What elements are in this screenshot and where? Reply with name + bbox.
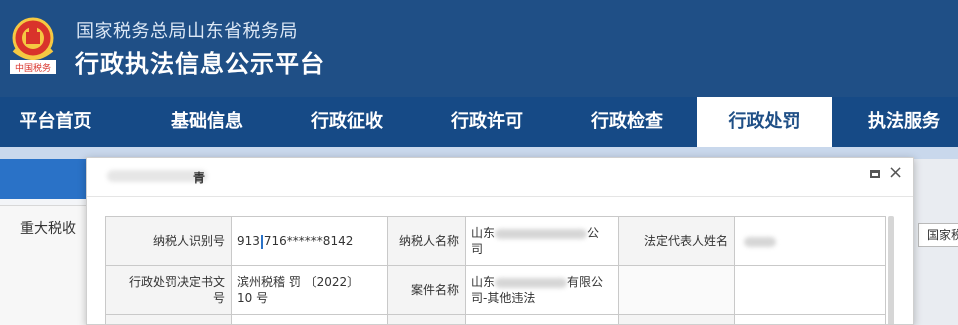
empty-cell [618, 265, 735, 315]
redacted-text [495, 277, 568, 288]
empty-cell [734, 265, 886, 315]
text-cursor [260, 234, 263, 249]
close-icon[interactable]: × [888, 164, 903, 182]
dialog-scrollbar[interactable] [888, 216, 894, 324]
decision-number-value: 滨州税稽 罚 〔2022〕 10 号 [231, 265, 388, 315]
nav-item-inspection[interactable]: 行政检查 [557, 97, 697, 147]
nav-item-collection[interactable]: 行政征收 [277, 97, 417, 147]
dialog-header: 青 × [87, 158, 913, 197]
nav-item-basic-info[interactable]: 基础信息 [137, 97, 277, 147]
nav-item-penalty[interactable]: 行政处罚 [697, 97, 832, 147]
table-row: 行政处罚决定书文 号 滨州税稽 罚 〔2022〕 10 号 案件名称 山东 有限公… [105, 265, 886, 315]
case-name-label: 案件名称 [387, 265, 466, 315]
section-bar [0, 159, 90, 199]
site-header: 中国税务 国家税务总局山东省税务局 行政执法信息公示平台 [0, 0, 958, 97]
empty-cell [231, 314, 388, 324]
nav-item-license[interactable]: 行政许可 [417, 97, 557, 147]
empty-cell [387, 314, 466, 324]
empty-cell [465, 314, 619, 324]
taxpayer-id-label: 纳税人识别号 [105, 216, 232, 266]
redacted-title [107, 170, 207, 182]
table-row: 纳税人识别号 913 716******8142 纳税人名称 山东公 司 法定代表… [105, 216, 886, 266]
detail-dialog: 青 × 纳税人识别号 913 716******8142 纳税人名称 山东公 司 … [86, 157, 914, 325]
empty-cell [734, 314, 886, 324]
penalty-info-table: 纳税人识别号 913 716******8142 纳税人名称 山东公 司 法定代表… [105, 216, 886, 324]
taxpayer-name-value: 山东公 司 [465, 216, 619, 266]
tax-emblem-icon: 中国税务 [10, 17, 56, 74]
main-nav: 平台首页 基础信息 行政征收 行政许可 行政检查 行政处罚 执法服务 [0, 97, 958, 147]
dialog-title: 青 [193, 171, 206, 185]
site-title: 行政执法信息公示平台 [75, 50, 325, 78]
taxpayer-id-value: 913 716******8142 [231, 216, 388, 266]
redacted-text [495, 228, 588, 239]
taxpayer-name-label: 纳税人名称 [387, 216, 466, 266]
redacted-name [744, 236, 776, 247]
empty-cell [618, 314, 735, 324]
case-name-value: 山东 有限公 司-其他违法 [465, 265, 619, 315]
maximize-icon[interactable] [870, 170, 880, 178]
svg-text:中国税务: 中国税务 [15, 62, 51, 74]
nav-item-services[interactable]: 执法服务 [850, 97, 958, 147]
major-tax-label: 重大税收 [20, 221, 76, 237]
empty-cell [105, 314, 232, 324]
table-row [105, 314, 886, 324]
nav-item-home[interactable]: 平台首页 [0, 97, 111, 147]
legal-rep-label: 法定代表人姓名 [618, 216, 735, 266]
org-name: 国家税务总局山东省税务局 [76, 21, 298, 42]
decision-number-label: 行政处罚决定书文 号 [105, 265, 232, 315]
legal-rep-value [734, 216, 886, 266]
national-tax-button[interactable]: 国家税 [918, 223, 958, 247]
